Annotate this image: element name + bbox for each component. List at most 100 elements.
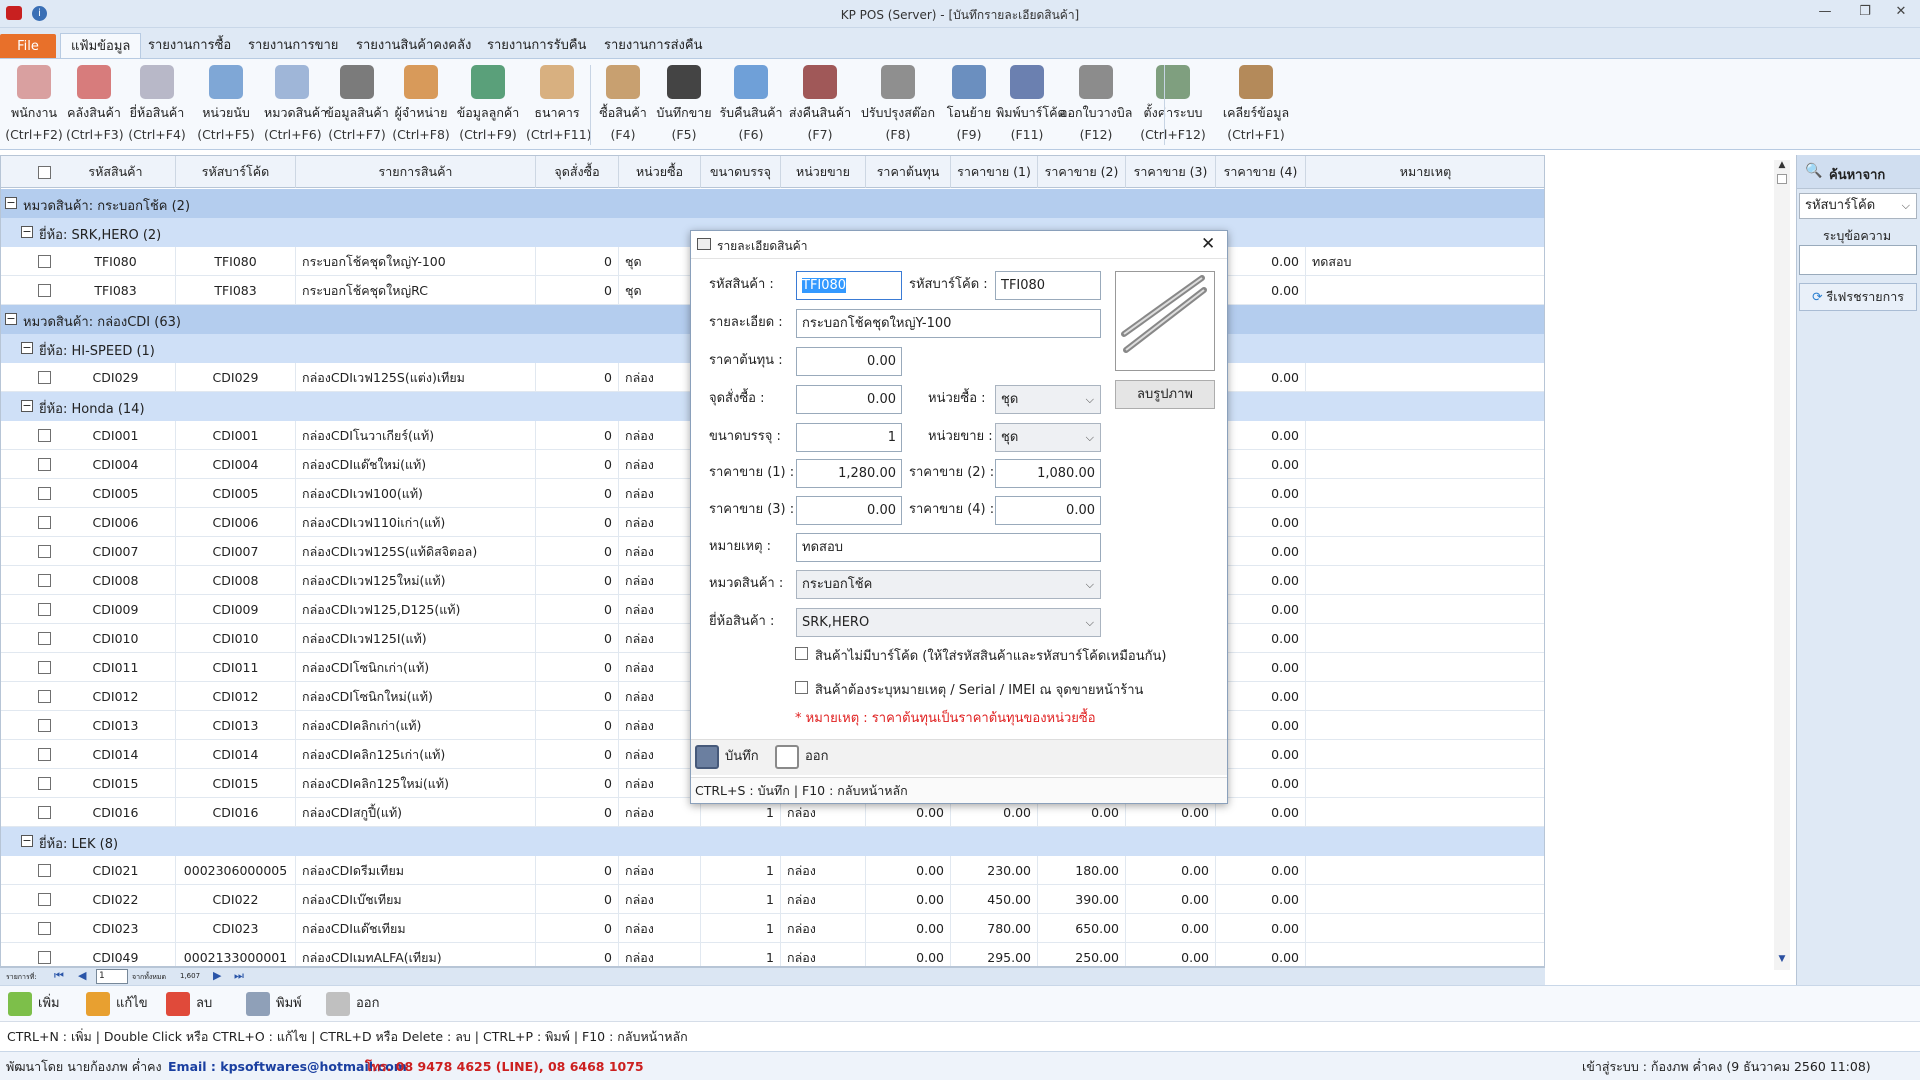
ribbon-button-barcode[interactable]: พิมพ์บาร์โค้ด (F11)	[996, 63, 1066, 149]
dialog-close-icon[interactable]: ✕	[1201, 234, 1215, 254]
scroll-down-icon[interactable]: ▼	[1776, 954, 1788, 968]
nav-page-input[interactable]: 1	[96, 969, 128, 984]
sell-unit-select[interactable]: ชุด ⌵	[995, 423, 1101, 452]
column-header[interactable]: ราคาขาย (1)	[951, 156, 1038, 188]
tab-stock-report[interactable]: รายงานสินค้าคงคลัง	[346, 33, 481, 58]
remove-image-button[interactable]: ลบรูปภาพ	[1115, 380, 1215, 409]
table-row[interactable]: CDI049 0002133000001 กล่องCDIเมทALFA(เทียม…	[1, 943, 1544, 966]
barcode-input[interactable]: TFI080	[995, 271, 1101, 300]
row-checkbox[interactable]	[38, 893, 51, 906]
row-checkbox[interactable]	[38, 255, 51, 268]
exit-button[interactable]: ออก	[326, 990, 380, 1018]
ribbon-button-bank[interactable]: ธนาคาร (Ctrl+F11)	[526, 63, 592, 149]
code-input[interactable]: TFI080	[796, 271, 902, 300]
nav-last-icon[interactable]: ⏭	[234, 969, 244, 983]
row-checkbox[interactable]	[38, 719, 51, 732]
add-button[interactable]: เพิ่ม	[8, 990, 60, 1018]
save-button[interactable]: บันทึก	[695, 743, 759, 771]
price4-input[interactable]: 0.00	[995, 496, 1101, 525]
row-checkbox[interactable]	[38, 951, 51, 964]
collapse-toggle-icon[interactable]: −	[5, 197, 17, 209]
desc-input[interactable]: กระบอกโช้คชุดใหญ่Y-100	[796, 309, 1101, 338]
reorder-input[interactable]: 0.00	[796, 385, 902, 414]
row-checkbox[interactable]	[38, 603, 51, 616]
refresh-button[interactable]: ⟳ รีเฟรชรายการ	[1799, 283, 1917, 311]
ribbon-button-employee[interactable]: พนักงาน (Ctrl+F2)	[4, 63, 64, 149]
close-icon[interactable]: ✕	[1888, 4, 1914, 24]
print-button[interactable]: พิมพ์	[246, 990, 302, 1018]
row-checkbox[interactable]	[38, 864, 51, 877]
table-row[interactable]: CDI023 CDI023 กล่องCDIแด๊ชเทียม 0 กล่อง 1 กล่อ…	[1, 914, 1544, 943]
ribbon-button-purchase[interactable]: ซื้อสินค้า (F4)	[598, 63, 648, 149]
file-menu-tab[interactable]: File	[0, 34, 56, 59]
edit-button[interactable]: แก้ไข	[86, 990, 148, 1018]
tab-master-data[interactable]: แฟ้มข้อมูล	[60, 33, 142, 58]
category-select[interactable]: กระบอกโช้ค ⌵	[796, 570, 1101, 599]
column-header[interactable]: จุดสั่งซื้อ	[536, 156, 619, 188]
column-header[interactable]: หน่วยขาย	[781, 156, 866, 188]
ribbon-button-sale[interactable]: บันทึกขาย (F5)	[652, 63, 716, 149]
brand-select[interactable]: SRK,HERO ⌵	[796, 608, 1101, 637]
minimize-icon[interactable]: —	[1812, 4, 1838, 24]
ribbon-button-clear-data[interactable]: เคลียร์ข้อมูล (Ctrl+F1)	[1218, 63, 1294, 149]
ribbon-button-warehouse[interactable]: คลังสินค้า (Ctrl+F3)	[66, 63, 124, 149]
collapse-toggle-icon[interactable]: −	[21, 342, 33, 354]
grid-scrollbar[interactable]: ▲ ▼	[1774, 160, 1790, 970]
search-term-input[interactable]	[1799, 245, 1917, 275]
tab-return-in-report[interactable]: รายงานการรับคืน	[477, 33, 596, 58]
column-header[interactable]: รหัสสินค้า	[56, 156, 176, 188]
scroll-thumb[interactable]	[1777, 174, 1787, 184]
row-checkbox[interactable]	[38, 690, 51, 703]
restore-icon[interactable]: ❐	[1852, 4, 1878, 24]
dialog-exit-button[interactable]: ออก	[775, 743, 829, 771]
nav-first-icon[interactable]: ⏮	[54, 969, 64, 983]
price3-input[interactable]: 0.00	[796, 496, 902, 525]
price2-input[interactable]: 1,080.00	[995, 459, 1101, 488]
search-by-select[interactable]: รหัสบาร์โค้ด ⌵	[1799, 193, 1917, 219]
column-header[interactable]: ราคาขาย (3)	[1126, 156, 1216, 188]
require-serial-checkbox[interactable]	[795, 681, 808, 694]
ribbon-button-billing[interactable]: ออกใบวางบิล (F12)	[1060, 63, 1132, 149]
nav-next-icon[interactable]: ▶	[213, 969, 221, 982]
ribbon-button-stock-adjust[interactable]: ปรับปรุงสต๊อก (F8)	[857, 63, 939, 149]
row-checkbox[interactable]	[38, 516, 51, 529]
column-header[interactable]: รหัสบาร์โค้ด	[176, 156, 296, 188]
row-checkbox[interactable]	[38, 371, 51, 384]
row-checkbox[interactable]	[38, 284, 51, 297]
brand-group-row[interactable]: − ยี่ห้อ: LEK (8)	[1, 827, 1544, 856]
select-all-checkbox[interactable]	[38, 166, 51, 179]
tab-sales-report[interactable]: รายงานการขาย	[238, 33, 348, 58]
collapse-toggle-icon[interactable]: −	[21, 226, 33, 238]
row-checkbox[interactable]	[38, 458, 51, 471]
column-header[interactable]: ราคาขาย (4)	[1216, 156, 1306, 188]
scroll-up-icon[interactable]: ▲	[1776, 160, 1788, 174]
collapse-toggle-icon[interactable]: −	[21, 835, 33, 847]
ribbon-button-unit[interactable]: หน่วยนับ (Ctrl+F5)	[192, 63, 260, 149]
price1-input[interactable]: 1,280.00	[796, 459, 902, 488]
column-header[interactable]: ขนาดบรรจุ	[701, 156, 781, 188]
ribbon-button-supplier[interactable]: ผู้จำหน่าย (Ctrl+F8)	[392, 63, 450, 149]
ribbon-button-brand[interactable]: ยี่ห้อสินค้า (Ctrl+F4)	[126, 63, 188, 149]
column-header[interactable]: หน่วยซื้อ	[619, 156, 701, 188]
table-row[interactable]: CDI021 0002306000005 กล่องCDIดรีมเทียม 0 กล่…	[1, 856, 1544, 885]
collapse-toggle-icon[interactable]: −	[21, 400, 33, 412]
nav-prev-icon[interactable]: ◀	[78, 969, 86, 982]
ribbon-button-receive-return[interactable]: รับคืนสินค้า (F6)	[718, 63, 784, 149]
ribbon-button-customer[interactable]: ข้อมูลลูกค้า (Ctrl+F9)	[452, 63, 524, 149]
ribbon-button-product[interactable]: ข้อมูลสินค้า (Ctrl+F7)	[322, 63, 392, 149]
table-row[interactable]: CDI022 CDI022 กล่องCDIเบ๊ชเทียม 0 กล่อง 1 กล่อ…	[1, 885, 1544, 914]
category-group-row[interactable]: − หมวดสินค้า: กระบอกโช้ค (2)	[1, 189, 1544, 218]
ribbon-button-settings[interactable]: ตั้งค่าระบบ (Ctrl+F12)	[1135, 63, 1211, 149]
pack-input[interactable]: 1	[796, 423, 902, 452]
row-checkbox[interactable]	[38, 748, 51, 761]
row-checkbox[interactable]	[38, 429, 51, 442]
row-checkbox[interactable]	[38, 574, 51, 587]
row-checkbox[interactable]	[38, 922, 51, 935]
ribbon-button-send-return[interactable]: ส่งคืนสินค้า (F7)	[786, 63, 854, 149]
delete-button[interactable]: ลบ	[166, 990, 212, 1018]
tab-return-out-report[interactable]: รายงานการส่งคืน	[594, 33, 712, 58]
ribbon-button-transfer[interactable]: โอนย้าย (F9)	[944, 63, 994, 149]
note-input[interactable]: ทดสอบ	[796, 533, 1101, 562]
row-checkbox[interactable]	[38, 545, 51, 558]
ribbon-button-category[interactable]: หมวดสินค้า (Ctrl+F6)	[264, 63, 327, 149]
